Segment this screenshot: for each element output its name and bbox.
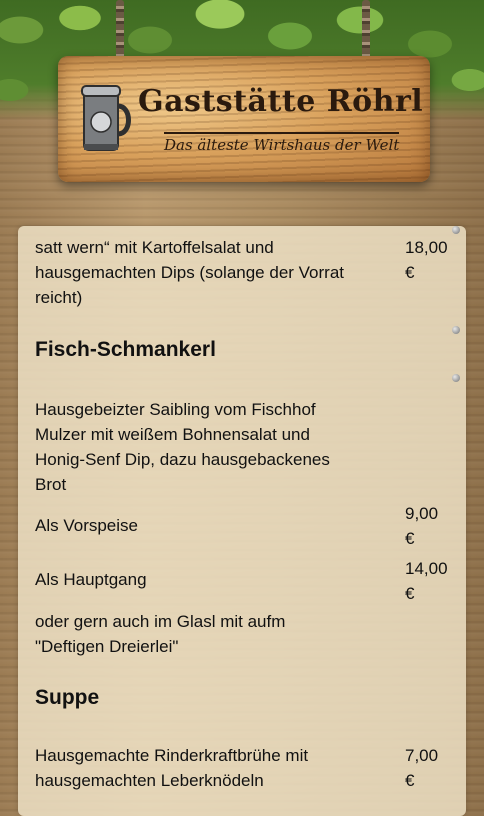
item-label: Als Hauptgang [35,570,147,589]
pin-icon [452,326,460,334]
item-description-line: reicht) [35,288,83,307]
menu-panel[interactable]: satt wern“ mit Kartoffelsalat und hausge… [18,226,466,816]
menu-item-soup: Hausgemachte Rinderkraftbrühe mit hausge… [35,743,450,793]
pin-icon [452,374,460,382]
chain-right [362,0,370,62]
item-label: Als Vorspeise [35,516,138,535]
item-description-line: hausgemachten Dips (solange der Vorrat [35,263,345,282]
section-heading-fish: Fisch-Schmankerl [35,338,216,361]
item-price: 7,00 € [405,746,439,790]
restaurant-title: Gaststätte Röhrl [138,84,424,119]
chain-left [116,0,124,62]
section-heading-soup: Suppe [35,686,100,709]
fish-description: Hausgebeizter Saibling vom Fischhof Mulz… [35,400,330,494]
header-sign: Gaststätte Röhrl Das älteste Wirtshaus d… [58,56,430,182]
beer-mug-icon [81,85,131,151]
menu-item: satt wern“ mit Kartoffelsalat und hausge… [35,235,450,311]
menu-item-main: Als Hauptgang 14,00 € [35,556,450,606]
item-price: 18,00 € [405,238,448,282]
item-price: 9,00 € [405,504,439,548]
item-price: 14,00 € [405,559,448,603]
restaurant-subtitle: Das älteste Wirtshaus der Welt [164,132,400,154]
glas-note: oder gern auch im Glasl mit aufm "Deftig… [35,612,286,656]
pin-icon [452,226,460,234]
menu-item-starter: Als Vorspeise 9,00 € [35,501,450,551]
item-description-line: satt wern“ mit Kartoffelsalat und [35,238,274,257]
